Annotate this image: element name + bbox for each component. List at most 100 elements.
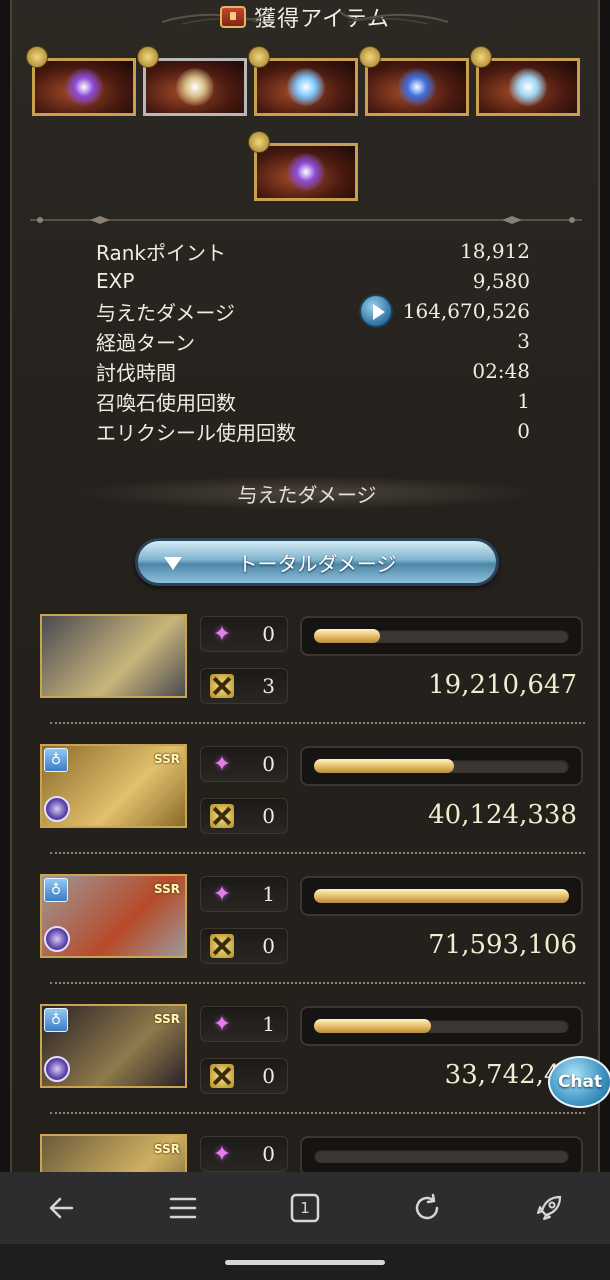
sparkle-icon: ✦ [212,621,232,647]
character-portrait[interactable]: ♁ SSR [40,874,187,958]
item-chest-badge-icon [248,46,270,68]
character-type-icon [44,796,70,822]
treasure-chest-icon [220,6,247,28]
dropdown-triangle-icon [164,557,182,570]
character-portrait[interactable]: ♁ SSR [40,744,187,828]
ougi-count: 0 [262,934,275,958]
divider [30,216,582,224]
row-divider [50,982,585,984]
chat-label: Chat [557,1072,603,1092]
ornament-left [162,11,271,25]
damage-detail-play-button[interactable] [358,294,393,328]
charge-attack-icon [210,804,234,828]
total-damage-toggle-button[interactable]: トータルダメージ [135,538,499,586]
damage-value: 19,210,647 [428,670,577,700]
skill-count: 1 [262,1012,275,1036]
rocket-icon[interactable] [519,1178,579,1238]
tab-count-icon[interactable]: 1 [275,1178,335,1238]
item-chest-badge-icon [359,46,381,68]
damage-bar [300,876,583,916]
crystal-item[interactable] [254,58,358,116]
obtained-items-header: 獲得アイテム [12,0,598,34]
stat-value-wrap: 18,912 [460,239,530,263]
stat-value: 9,580 [472,269,530,293]
row-divider [50,852,585,854]
element-icon: ♁ [44,878,68,902]
character-type-icon [44,926,70,952]
stat-row: EXP 9,580 [96,266,530,296]
skill-count-pill: ✦ 1 [200,1006,288,1042]
item-chest-badge-icon [137,46,159,68]
party-member-row: ♁ SSR ✦ 1 0 33,742,43 [40,1004,585,1114]
menu-icon[interactable] [153,1178,213,1238]
stat-label: 与えたダメージ [96,300,235,325]
item-glyph-icon [509,68,547,106]
item-glyph-icon [287,68,325,106]
chat-button[interactable]: Chat [548,1056,610,1108]
item-chest-badge-icon [248,131,270,153]
result-stats: Rankポイント 18,912 EXP 9,580 与えたダメージ 164,670,526… [96,236,530,446]
ougi-count-pill: 0 [200,928,288,964]
stat-value-wrap: 3 [517,329,530,353]
ougi-count-pill: 0 [200,1058,288,1094]
skill-count: 0 [262,752,275,776]
skill-count: 1 [262,882,275,906]
stat-label: Rankポイント [96,240,226,265]
stat-row: エリクシール使用回数 0 [96,416,530,446]
stat-value: 0 [517,419,530,443]
ice-orb-item[interactable] [476,58,580,116]
stat-value: 1 [517,389,530,413]
element-icon: ♁ [44,748,68,772]
stat-value-wrap: 02:48 [472,359,530,383]
total-damage-label: トータルダメージ [237,551,397,576]
dark-shard-item[interactable] [254,143,358,201]
skill-count: 0 [262,622,275,646]
element-icon: ♁ [44,1008,68,1032]
damage-section-title: 与えたダメージ [72,476,542,510]
ougi-count: 0 [262,804,275,828]
character-portrait[interactable]: ♁ SSR [40,1004,187,1088]
skill-count: 0 [262,1142,275,1166]
character-portrait[interactable] [40,614,187,698]
damage-section-label: 与えたダメージ [237,482,377,507]
stat-label: EXP [96,269,135,293]
skill-count-pill: ✦ 1 [200,876,288,912]
damage-value: 71,593,106 [428,930,577,960]
item-chest-badge-icon [470,46,492,68]
home-gesture-bar[interactable] [225,1260,385,1265]
stat-label: エリクシール使用回数 [96,420,296,445]
party-member-row: ♁ SSR ✦ 0 0 40,124,338 [40,744,585,854]
charge-attack-icon [210,1064,234,1088]
item-chest-badge-icon [26,46,48,68]
party-member-row: ♁ SSR ✦ 1 0 71,593,106 [40,874,585,984]
blue-orb-item[interactable] [365,58,469,116]
row-divider [50,722,585,724]
stat-value: 18,912 [460,239,530,263]
ssr-rarity-badge: SSR [154,882,180,896]
back-arrow-icon[interactable] [31,1178,91,1238]
ougi-count: 0 [262,1064,275,1088]
sparkle-icon: ✦ [212,1011,232,1037]
refresh-icon[interactable] [397,1178,457,1238]
stat-value: 164,670,526 [402,299,530,323]
character-type-icon [44,1056,70,1082]
ssr-rarity-badge: SSR [154,1012,180,1026]
sparkle-icon: ✦ [212,751,232,777]
stat-value: 3 [517,329,530,353]
item-glyph-icon [176,68,214,106]
sparkle-icon: ✦ [212,1141,232,1167]
stat-label: 経過ターン [96,330,195,355]
stat-label: 召喚石使用回数 [96,390,236,415]
damage-bar [300,1006,583,1046]
damage-bar-fill [314,759,455,773]
scroll-item[interactable] [143,58,247,116]
row-divider [50,1112,585,1114]
dark-shard-item[interactable] [32,58,136,116]
party-member-row: ✦ 0 3 19,210,647 [40,614,585,724]
charge-attack-icon [210,674,234,698]
ougi-count: 3 [262,674,275,698]
stat-value-wrap: 164,670,526 [358,294,530,328]
damage-bar-fill [314,1019,432,1033]
battle-result-panel: 獲得アイテム Rankポイント 18,912 EXP 9,580 与えたダメージ 164,… [10,0,600,1180]
damage-bar [300,1136,583,1176]
